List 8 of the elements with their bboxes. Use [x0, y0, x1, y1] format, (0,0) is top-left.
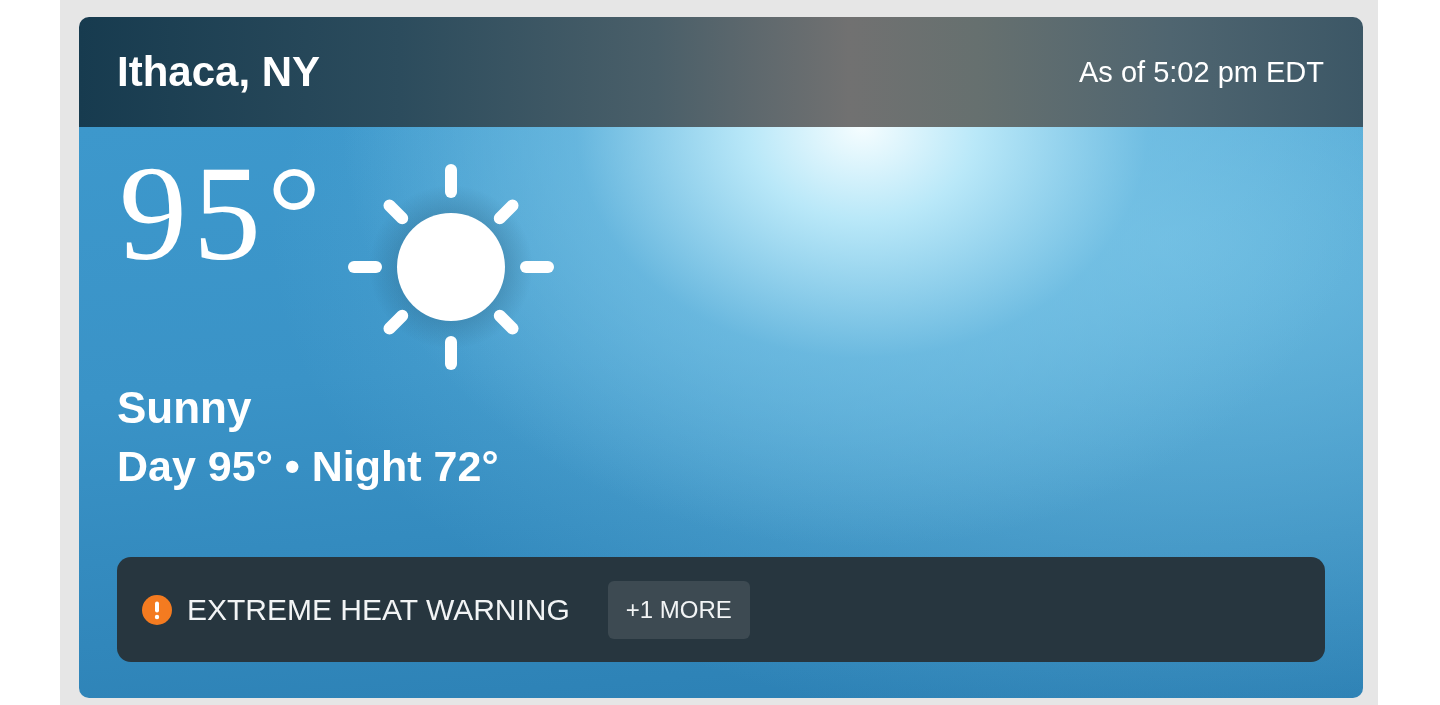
updated-time: As of 5:02 pm EDT	[1079, 55, 1324, 90]
warning-icon	[142, 594, 172, 625]
more-alerts-button[interactable]: +1 MORE	[607, 580, 750, 639]
current-temperature: 95°	[119, 145, 329, 281]
location-title: Ithaca, NY	[117, 47, 321, 97]
alert-title: EXTREME HEAT WARNING	[187, 592, 570, 627]
condition-text: Sunny	[117, 383, 253, 433]
day-night-temperatures: Day 95° • Night 72°	[117, 441, 500, 491]
